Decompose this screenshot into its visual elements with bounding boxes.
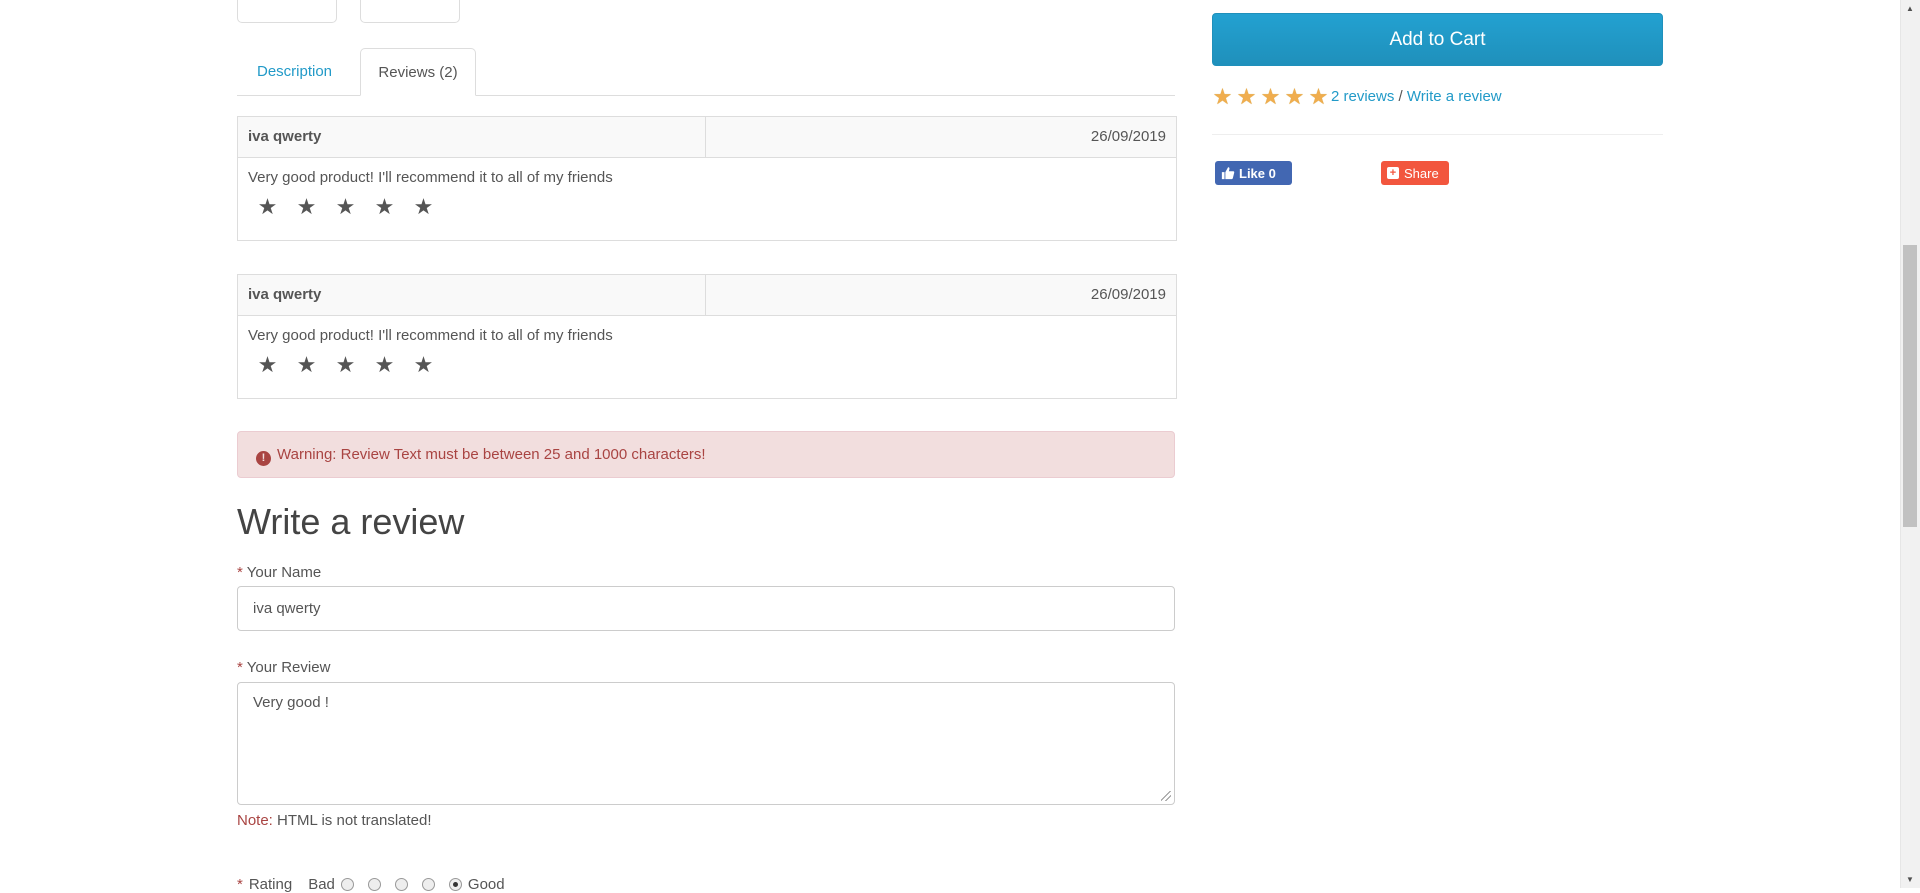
share-button[interactable]: + Share <box>1381 161 1449 185</box>
review-body: Very good product! I'll recommend it to … <box>238 158 1176 240</box>
required-marker: * <box>237 564 243 581</box>
like-count: Like 0 <box>1239 165 1276 181</box>
exclamation-circle-icon: ! <box>256 451 271 466</box>
star-icon: ★ <box>1284 84 1305 109</box>
note-label: Note: <box>237 812 273 829</box>
link-separator: / <box>1398 88 1403 105</box>
share-label: Share <box>1404 165 1439 181</box>
rating-good-label: Good <box>467 876 505 893</box>
star-icon: ★ <box>257 194 278 219</box>
review-text: Very good product! I'll recommend it to … <box>248 169 613 186</box>
review-rating: ★ ★ ★ ★ ★ <box>248 196 1166 218</box>
html-note: Note: HTML is not translated! <box>237 812 432 829</box>
rating-radio-5[interactable] <box>448 878 462 891</box>
review-textarea-value: Very good ! <box>253 694 329 711</box>
product-rating: ★ ★ ★ ★ ★ <box>1212 86 1329 108</box>
name-label: * Your Name <box>237 564 321 581</box>
review-author: iva qwerty <box>238 275 706 315</box>
review-label-text: Your Review <box>246 659 331 676</box>
star-icon: ★ <box>1212 84 1233 109</box>
review-date: 26/09/2019 <box>1090 128 1166 145</box>
write-review-heading: Write a review <box>237 501 465 542</box>
rating-radio-3[interactable] <box>394 878 408 891</box>
rating-radio-2[interactable] <box>367 878 381 891</box>
star-icon: ★ <box>374 352 395 377</box>
note-text: HTML is not translated! <box>277 812 432 829</box>
star-icon: ★ <box>1260 84 1281 109</box>
name-input[interactable]: iva qwerty <box>237 586 1175 631</box>
review-header: iva qwerty 26/09/2019 <box>238 117 1176 158</box>
star-icon: ★ <box>413 194 434 219</box>
star-icon: ★ <box>374 194 395 219</box>
scroll-down-icon[interactable]: ▼ <box>1900 871 1920 888</box>
review-author: iva qwerty <box>238 117 706 157</box>
thumbs-up-icon <box>1221 167 1235 180</box>
resize-grip-icon[interactable] <box>1161 791 1171 801</box>
star-icon: ★ <box>335 194 356 219</box>
review-date: 26/09/2019 <box>1090 286 1166 303</box>
required-marker: * <box>237 876 243 893</box>
review-item: iva qwerty 26/09/2019 Very good product!… <box>237 116 1177 241</box>
rating-links: 2 reviews / Write a review <box>1331 87 1502 107</box>
reviews-count-link[interactable]: 2 reviews <box>1331 88 1394 105</box>
rating-field: * Rating Bad Good <box>237 876 505 893</box>
tab-description[interactable]: Description <box>237 48 352 95</box>
write-review-link[interactable]: Write a review <box>1407 88 1502 105</box>
star-icon: ★ <box>296 194 317 219</box>
product-thumbnail-1[interactable] <box>237 0 337 23</box>
facebook-like-button[interactable]: Like 0 <box>1215 161 1292 185</box>
rating-bad-label: Bad <box>308 876 335 893</box>
scroll-up-icon[interactable]: ▲ <box>1900 0 1920 17</box>
star-icon: ★ <box>1236 84 1257 109</box>
divider <box>1212 134 1663 135</box>
review-body: Very good product! I'll recommend it to … <box>238 316 1176 398</box>
review-header: iva qwerty 26/09/2019 <box>238 275 1176 316</box>
review-label: * Your Review <box>237 659 330 676</box>
star-icon: ★ <box>413 352 434 377</box>
star-icon: ★ <box>335 352 356 377</box>
name-label-text: Your Name <box>246 564 322 581</box>
rating-label: Rating <box>248 876 293 893</box>
tab-reviews[interactable]: Reviews (2) <box>360 48 476 96</box>
warning-text: Warning: Review Text must be between 25 … <box>277 446 706 463</box>
rating-radio-1[interactable] <box>340 878 354 891</box>
star-icon: ★ <box>1308 84 1329 109</box>
rating-radio-4[interactable] <box>421 878 435 891</box>
required-marker: * <box>237 659 243 676</box>
add-to-cart-button[interactable]: Add to Cart <box>1212 13 1663 66</box>
star-icon: ★ <box>257 352 278 377</box>
plus-square-icon: + <box>1387 167 1399 179</box>
star-icon: ★ <box>296 352 317 377</box>
review-text: Very good product! I'll recommend it to … <box>248 327 613 344</box>
product-thumbnail-2[interactable] <box>360 0 460 23</box>
review-textarea[interactable]: Very good ! <box>237 682 1175 805</box>
review-item: iva qwerty 26/09/2019 Very good product!… <box>237 274 1177 399</box>
scrollbar-thumb[interactable] <box>1903 245 1917 527</box>
warning-alert: ! Warning: Review Text must be between 25… <box>237 431 1175 478</box>
review-rating: ★ ★ ★ ★ ★ <box>248 354 1166 376</box>
